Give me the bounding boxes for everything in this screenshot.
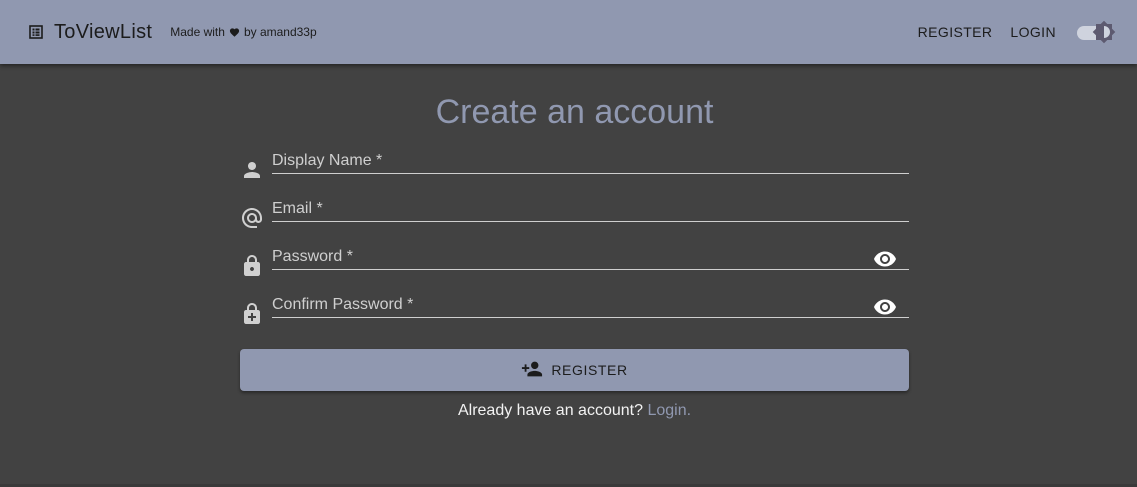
display-name-input[interactable] xyxy=(272,148,909,174)
confirm-password-input[interactable] xyxy=(272,292,909,318)
password-visibility-toggle[interactable] xyxy=(873,247,897,271)
eye-icon xyxy=(873,251,897,274)
email-row xyxy=(240,186,909,234)
register-form-container: Create an account Display Name * Email *… xyxy=(240,64,909,419)
display-name-row xyxy=(240,138,909,186)
login-prompt-text: Already have an account? xyxy=(457,402,643,419)
register-submit-button[interactable]: REGISTER xyxy=(240,349,909,391)
login-link[interactable]: Login. xyxy=(647,402,691,419)
lock-plus-icon xyxy=(240,302,264,326)
lock-icon xyxy=(240,254,264,278)
theme-toggle-switch[interactable] xyxy=(1075,20,1119,44)
confirm-password-visibility-toggle[interactable] xyxy=(873,295,897,319)
nav-login-button[interactable]: LOGIN xyxy=(1001,18,1065,46)
confirm-password-row xyxy=(240,282,909,330)
person-add-icon xyxy=(521,358,543,383)
made-with-author[interactable]: by amand33p xyxy=(244,25,317,39)
eye-icon xyxy=(873,299,897,322)
app-bar: ToViewList Made with by amand33p REGISTE… xyxy=(0,0,1137,64)
made-with-credit: Made with by amand33p xyxy=(170,25,316,39)
email-input[interactable] xyxy=(272,196,909,222)
password-input[interactable] xyxy=(272,244,909,270)
app-title[interactable]: ToViewList xyxy=(54,21,152,44)
list-icon xyxy=(28,24,44,40)
made-with-prefix: Made with xyxy=(170,25,225,39)
nav-register-button[interactable]: REGISTER xyxy=(909,18,1002,46)
brightness-icon xyxy=(1092,20,1116,44)
person-icon xyxy=(240,158,264,182)
password-row xyxy=(240,234,909,282)
page-title: Create an account xyxy=(435,93,714,131)
at-sign-icon xyxy=(240,206,264,230)
heart-icon xyxy=(229,27,240,38)
login-prompt: Already have an account? Login. xyxy=(240,402,909,420)
register-submit-label: REGISTER xyxy=(551,362,628,378)
